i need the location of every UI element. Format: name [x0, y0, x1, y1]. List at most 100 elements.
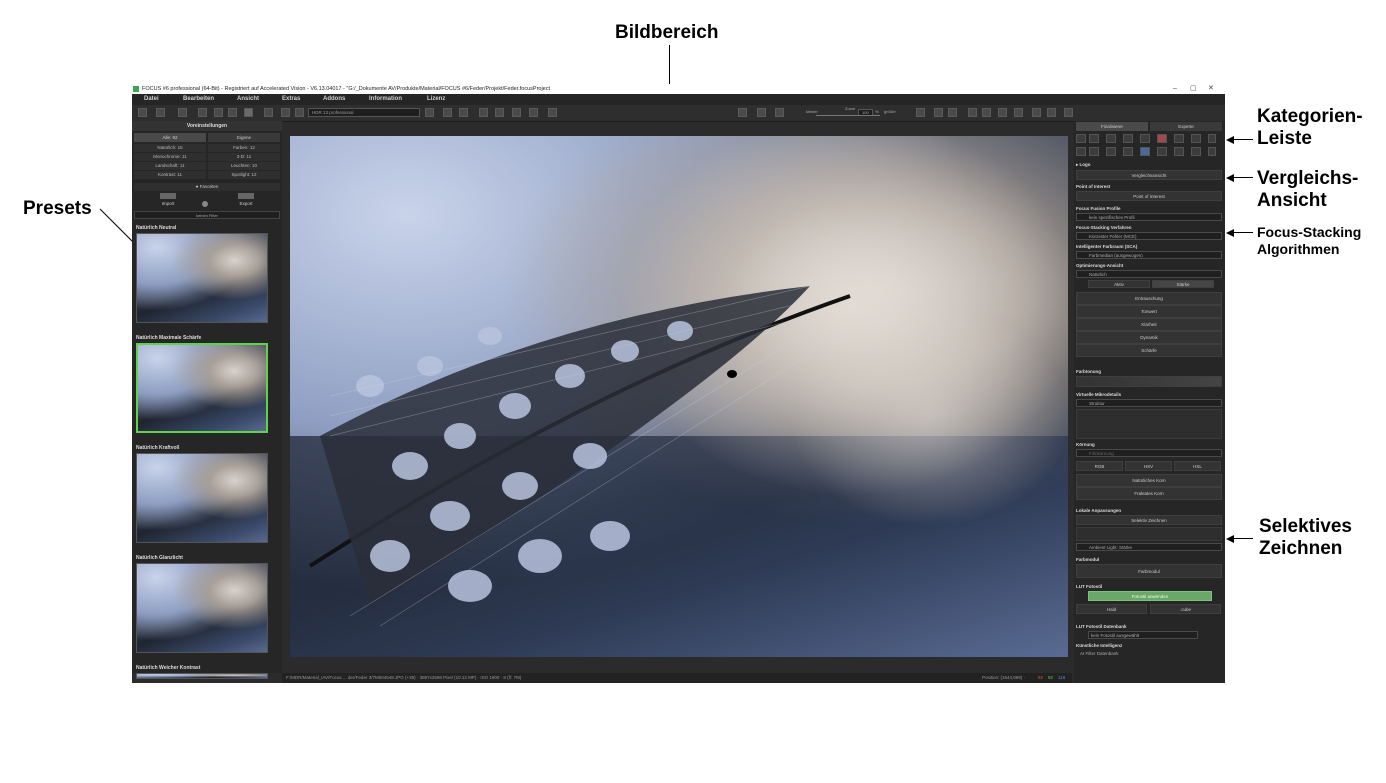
tag-icon[interactable]: [459, 108, 468, 117]
color-icon[interactable]: [1157, 134, 1167, 143]
menu-extras[interactable]: Extras: [282, 94, 300, 105]
levels-icon[interactable]: [228, 108, 237, 117]
opt-entrauschung[interactable]: Entrauschung: [1076, 292, 1222, 305]
preset-item[interactable]: Natürlich Maximale Schärfe: [136, 334, 274, 433]
menu-bearbeiten[interactable]: Bearbeiten: [183, 94, 214, 105]
category-landschaft[interactable]: Landschaft: 11: [134, 162, 206, 170]
rgb-icon[interactable]: [1140, 147, 1150, 156]
farbmodul-button[interactable]: Farbmodul: [1076, 564, 1222, 578]
grain-fractal[interactable]: Fraktales Korn: [1076, 487, 1222, 500]
favorites-button[interactable]: ● Favoriten: [134, 183, 280, 191]
preset-thumbnail-selected[interactable]: [136, 343, 268, 433]
save-icon[interactable]: [264, 108, 273, 117]
lutdb-select[interactable]: kein Fotostil ausgewählt: [1088, 631, 1198, 639]
category-natuerlich[interactable]: Natürlich: 15: [134, 144, 206, 152]
sharpen-icon[interactable]: [1157, 147, 1167, 156]
lens-icon[interactable]: [1174, 147, 1184, 156]
opt-dynamik[interactable]: Dynamik: [1076, 331, 1222, 344]
farbraum-select[interactable]: Farbmedian (ausgewogen): [1076, 251, 1222, 259]
mikro-select[interactable]: Struktur: [1076, 399, 1222, 407]
export-button[interactable]: Export: [232, 201, 260, 206]
export-preset-icon[interactable]: [238, 193, 254, 199]
preset-thumbnail[interactable]: [136, 453, 268, 543]
refresh-icon[interactable]: [295, 108, 304, 117]
opt-tab-aktiv[interactable]: Aktiv: [1088, 280, 1150, 288]
frame-icon[interactable]: [948, 108, 957, 117]
crop-icon[interactable]: [934, 108, 943, 117]
globe-icon[interactable]: [202, 201, 208, 207]
mikro-tools[interactable]: [1076, 409, 1222, 439]
chart-icon[interactable]: [548, 108, 557, 117]
lokal-tools[interactable]: [1076, 527, 1222, 541]
minimize-button[interactable]: –: [1173, 84, 1177, 94]
play-icon[interactable]: [512, 108, 521, 117]
category-monochrome[interactable]: Monochrome: 11: [134, 153, 206, 161]
stacking-select[interactable]: Kürzester Fehler (MCE): [1076, 232, 1222, 240]
grain-hsl[interactable]: HSL: [1174, 461, 1221, 471]
opt-klarheit[interactable]: Klarheit: [1076, 318, 1222, 331]
ki-sub[interactable]: AI Filter Datenbank: [1076, 650, 1222, 658]
flag-icon[interactable]: [775, 108, 784, 117]
preset-item[interactable]: Natürlich Glanzlicht: [136, 554, 274, 653]
preset-thumbnail[interactable]: [136, 233, 268, 323]
preset-item[interactable]: Natürlich Kraftvoll: [136, 444, 274, 543]
fullscreen-icon[interactable]: [1064, 108, 1073, 117]
preset-thumbnail[interactable]: [136, 673, 268, 679]
add-icon[interactable]: [1076, 134, 1086, 143]
grain-natural[interactable]: Natürliches Korn: [1076, 474, 1222, 487]
category-farben[interactable]: Farben: 12: [208, 144, 280, 152]
window-icon[interactable]: [968, 108, 977, 117]
close-button[interactable]: ✕: [1208, 84, 1214, 94]
brush-icon[interactable]: [244, 108, 253, 117]
color-tint-swatches[interactable]: [1076, 376, 1222, 387]
koernung-select[interactable]: Filmkörnung: [1076, 449, 1222, 457]
category-3d[interactable]: 3-D: 11: [208, 153, 280, 161]
grain-hsv[interactable]: HSV: [1125, 461, 1172, 471]
copy-icon[interactable]: [178, 108, 187, 117]
menu-ansicht[interactable]: Ansicht: [237, 94, 259, 105]
gear-icon[interactable]: [1174, 134, 1184, 143]
document-icon[interactable]: [479, 108, 488, 117]
new-project-icon[interactable]: [138, 108, 147, 117]
opt-tonwert[interactable]: Tonwert: [1076, 305, 1222, 318]
image-stack-icon[interactable]: [198, 108, 207, 117]
maximize-button[interactable]: ▢: [1190, 84, 1197, 94]
drop-icon[interactable]: [1191, 134, 1201, 143]
chat-icon[interactable]: [1014, 108, 1023, 117]
warning-icon[interactable]: [757, 108, 766, 117]
lokal-select[interactable]: Ambient Light: Stärke: [1076, 543, 1222, 551]
menu-lizenz[interactable]: Lizenz: [427, 94, 445, 105]
tab-alle[interactable]: Alle: 92: [134, 133, 206, 142]
contrast-icon[interactable]: [1123, 147, 1133, 156]
wand-icon[interactable]: [1106, 147, 1116, 156]
filter-select[interactable]: keinen Filter: [134, 211, 280, 219]
poi-button[interactable]: Point of Interest: [1076, 191, 1222, 201]
zoom-slider[interactable]: [816, 115, 880, 116]
opt-tab-staerke[interactable]: Stärke: [1152, 280, 1214, 288]
selective-draw-button[interactable]: Selektiv Zeichnen: [1076, 515, 1222, 525]
circle-icon[interactable]: [1076, 147, 1086, 156]
profile-select[interactable]: kein spezifisches Profil: [1076, 213, 1222, 221]
menu-datei[interactable]: Datei: [144, 94, 159, 105]
grain-rgb[interactable]: RGB: [1076, 461, 1123, 471]
menu-information[interactable]: Information: [369, 94, 402, 105]
settings-icon[interactable]: [1208, 147, 1216, 156]
menu-addons[interactable]: Addons: [323, 94, 345, 105]
search-icon[interactable]: [1089, 134, 1099, 143]
logo-label[interactable]: ▸ Logo: [1076, 161, 1222, 169]
preset-item[interactable]: Natürlich Neutral: [136, 224, 274, 323]
export-icon[interactable]: [214, 108, 223, 117]
comment-icon[interactable]: [998, 108, 1007, 117]
fit-icon[interactable]: [916, 108, 925, 117]
merge-icon[interactable]: [1140, 134, 1150, 143]
preset-thumbnail[interactable]: [136, 563, 268, 653]
grid-icon[interactable]: [495, 108, 504, 117]
split-icon[interactable]: [982, 108, 991, 117]
optimization-select[interactable]: Natürlich: [1076, 270, 1222, 278]
category-spotlight[interactable]: Spotlight: 12: [208, 171, 280, 179]
preset-item[interactable]: Natürlich Weicher Kontrast: [136, 664, 274, 679]
lut-hald-button[interactable]: Hald: [1076, 604, 1147, 614]
image-area[interactable]: [290, 136, 1068, 657]
stack-icon[interactable]: [1106, 134, 1116, 143]
import-icon[interactable]: [160, 193, 176, 199]
